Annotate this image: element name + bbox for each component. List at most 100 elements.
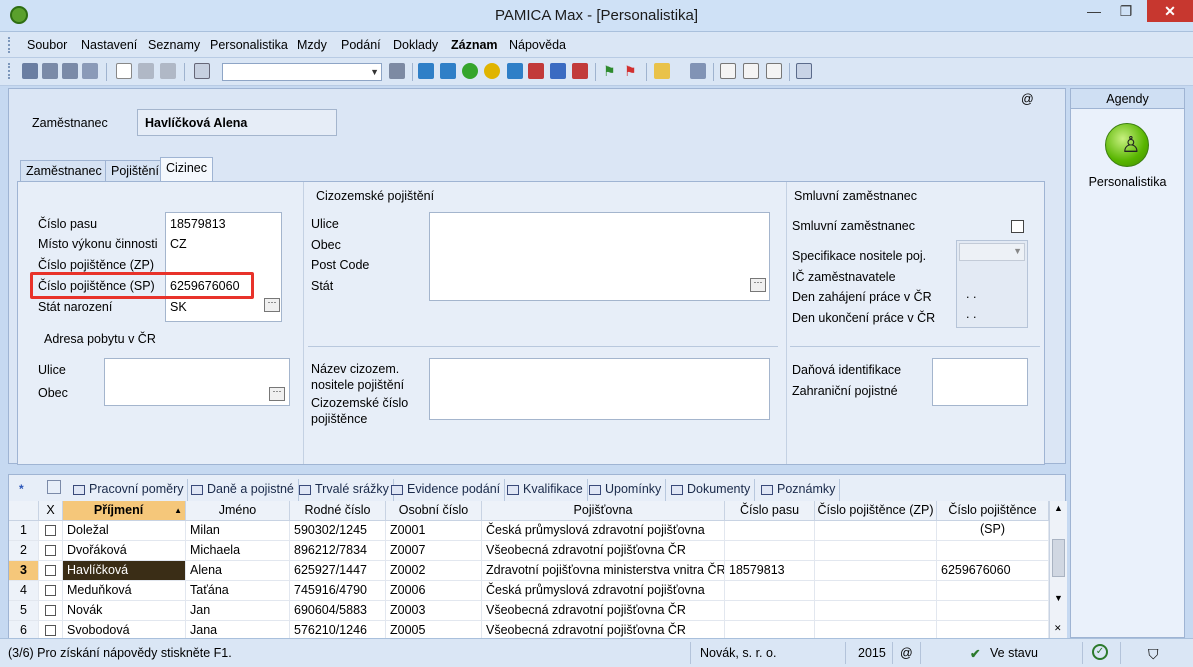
calculator-icon[interactable] xyxy=(690,63,706,79)
tab-trvale-srazky[interactable]: Trvalé srážky xyxy=(295,479,394,501)
insured-zp-column-header[interactable]: Číslo pojištěnce (ZP) xyxy=(815,501,937,521)
open-icon[interactable] xyxy=(22,63,38,79)
workplace-value[interactable]: CZ xyxy=(170,237,187,251)
passport-value[interactable]: 18579813 xyxy=(170,217,226,231)
toolbar-combo[interactable]: ▼ xyxy=(222,63,382,81)
tab-evidence-podani[interactable]: Evidence podání xyxy=(387,479,506,501)
new-document-icon[interactable] xyxy=(116,63,132,79)
row-checkbox[interactable] xyxy=(45,625,56,636)
menu-napoveda[interactable]: Nápověda xyxy=(509,38,566,52)
scroll-top-icon[interactable]: ▲ xyxy=(1054,503,1063,513)
row-checkbox-cell[interactable] xyxy=(39,561,63,581)
table-row[interactable]: 5 Novák Jan 690604/5883 Z0003 Všeobecná … xyxy=(9,601,1049,621)
asterisk-icon[interactable]: * xyxy=(19,482,24,496)
tab-pracovni-pomery[interactable]: Pracovní poměry xyxy=(69,479,189,501)
menu-nastaveni[interactable]: Nastavení xyxy=(81,38,137,52)
wages-red2-icon[interactable] xyxy=(572,63,588,79)
menu-doklady[interactable]: Doklady xyxy=(393,38,438,52)
preview-icon[interactable] xyxy=(82,63,98,79)
tab-cizinec[interactable]: Cizinec xyxy=(160,157,213,182)
birth-state-value[interactable]: SK xyxy=(170,300,187,314)
flag-green-icon[interactable]: ⚑ xyxy=(603,63,619,79)
insured-sp-column-header[interactable]: Číslo pojištěnce (SP) xyxy=(937,501,1049,536)
foreign-address-picker-button[interactable]: ··· xyxy=(750,278,766,292)
print-setup-icon[interactable] xyxy=(62,63,78,79)
folder-icon[interactable] xyxy=(654,63,670,79)
row-checkbox-cell[interactable] xyxy=(39,601,63,621)
tax-id-box[interactable] xyxy=(932,358,1028,406)
row-checkbox[interactable] xyxy=(45,545,56,556)
work-end-value[interactable]: . . xyxy=(966,307,976,321)
birth-number-column-header[interactable]: Rodné číslo xyxy=(290,501,386,521)
name-column-header[interactable]: Jméno xyxy=(186,501,290,521)
person-icon[interactable] xyxy=(440,63,456,79)
row-checkbox[interactable] xyxy=(45,565,56,576)
maximize-button[interactable]: ❐ xyxy=(1112,0,1140,22)
contract-employee-checkbox[interactable] xyxy=(1011,220,1024,233)
menu-seznamy[interactable]: Seznamy xyxy=(148,38,200,52)
report-icon[interactable] xyxy=(766,63,782,79)
tab-dokumenty[interactable]: Dokumenty xyxy=(667,479,756,501)
menu-personalistika[interactable]: Personalistika xyxy=(210,38,288,52)
filter-icon[interactable] xyxy=(47,480,61,494)
wages-red-icon[interactable] xyxy=(528,63,544,79)
minimize-button[interactable]: — xyxy=(1080,0,1108,22)
address-box[interactable]: ··· xyxy=(104,358,290,406)
male-icon[interactable] xyxy=(418,63,434,79)
select-column-header[interactable]: X xyxy=(39,501,63,521)
address-picker-button[interactable]: ··· xyxy=(269,387,285,401)
ok-status-icon[interactable]: ✓ xyxy=(1092,644,1108,660)
scroll-bottom-icon[interactable]: ✕ xyxy=(1054,623,1062,634)
grid-scrollbar[interactable]: ▲ ▼ ✕ xyxy=(1049,501,1067,639)
table-row-selected[interactable]: 3 Havlíčková Alena 625927/1447 Z0002 Zdr… xyxy=(9,561,1049,581)
personalistika-icon[interactable] xyxy=(462,63,478,79)
wages-blue-icon[interactable] xyxy=(550,63,566,79)
help-icon[interactable] xyxy=(796,63,812,79)
row-checkbox-cell[interactable] xyxy=(39,581,63,601)
foreign-insurer-box[interactable] xyxy=(429,358,770,420)
flag-red-icon[interactable]: ⚑ xyxy=(624,63,640,79)
tab-pojisteni[interactable]: Pojištění xyxy=(105,160,165,182)
scroll-down-icon[interactable]: ▼ xyxy=(1054,593,1063,603)
insurer-column-header[interactable]: Pojišťovna xyxy=(482,501,725,521)
surname-column-header[interactable]: Příjmení ▲ xyxy=(63,501,186,521)
message-icon[interactable] xyxy=(720,63,736,79)
save-icon[interactable] xyxy=(138,63,154,79)
filter-icon[interactable] xyxy=(389,63,405,79)
menu-podani[interactable]: Podání xyxy=(341,38,381,52)
tab-zamestnanec[interactable]: Zaměstnanec xyxy=(20,160,108,182)
print-icon[interactable] xyxy=(42,63,58,79)
personal-number-column-header[interactable]: Osobní číslo xyxy=(386,501,482,521)
menu-zaznam[interactable]: Záznam xyxy=(451,38,498,52)
work-start-value[interactable]: . . xyxy=(966,287,976,301)
personalistika-icon[interactable]: ♙ xyxy=(1105,123,1149,167)
row-checkbox-cell[interactable] xyxy=(39,541,63,561)
row-checkbox-cell[interactable] xyxy=(39,521,63,541)
list-icon[interactable] xyxy=(743,63,759,79)
menu-mzdy[interactable]: Mzdy xyxy=(297,38,327,52)
foreign-address-box[interactable]: ··· xyxy=(429,212,770,301)
tab-poznamky[interactable]: Poznámky xyxy=(757,479,841,501)
birth-state-picker-button[interactable]: ··· xyxy=(264,298,280,312)
table-row[interactable]: 2 Dvořáková Michaela 896212/7834 Z0007 V… xyxy=(9,541,1049,561)
filter-status-icon[interactable]: ⛉ xyxy=(1148,646,1159,663)
agenda-item-personalistika[interactable]: Personalistika xyxy=(1071,175,1184,189)
tab-dane-a-pojistne[interactable]: Daně a pojistné xyxy=(187,479,299,501)
person-yellow-icon[interactable] xyxy=(484,63,500,79)
row-checkbox[interactable] xyxy=(45,605,56,616)
scroll-thumb[interactable] xyxy=(1052,539,1065,577)
passport-column-header[interactable]: Číslo pasu xyxy=(725,501,815,521)
table-row[interactable]: 6 Svobodová Jana 576210/1246 Z0005 Všeob… xyxy=(9,621,1049,639)
tab-kvalifikace[interactable]: Kvalifikace xyxy=(503,479,588,501)
save-all-icon[interactable] xyxy=(160,63,176,79)
table-row[interactable]: 1 Doležal Milan 590302/1245 Z0001 Česká … xyxy=(9,521,1049,541)
row-checkbox-cell[interactable] xyxy=(39,621,63,639)
copy-icon[interactable] xyxy=(194,63,210,79)
tab-upominky[interactable]: Upomínky xyxy=(585,479,667,501)
row-checkbox[interactable] xyxy=(45,525,56,536)
menu-soubor[interactable]: Soubor xyxy=(27,38,67,52)
wages-icon[interactable] xyxy=(507,63,523,79)
close-button[interactable]: ✕ xyxy=(1147,0,1193,22)
employee-name-field[interactable]: Havlíčková Alena xyxy=(137,109,337,136)
row-checkbox[interactable] xyxy=(45,585,56,596)
